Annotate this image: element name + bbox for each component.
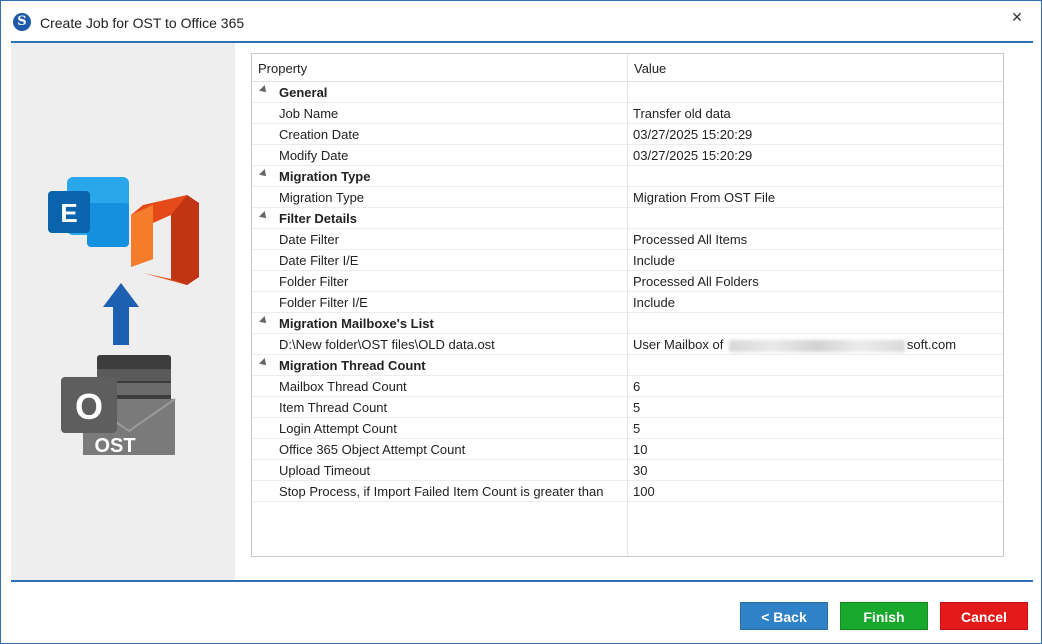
title-bar: S Create Job for OST to Office 365 ✕	[1, 1, 1041, 41]
group-label: General	[279, 85, 328, 100]
group-row[interactable]: Migration Type	[252, 166, 1003, 187]
property-name: Date Filter	[279, 232, 339, 247]
grid-rows: General Job Name Transfer old data Creation…	[252, 82, 1003, 502]
exchange-icon: E	[48, 177, 129, 247]
table-row[interactable]: Item Thread Count 5	[252, 397, 1003, 418]
property-value: Transfer old data	[633, 106, 731, 121]
property-value: 6	[633, 379, 641, 394]
property-name: Login Attempt Count	[279, 421, 397, 436]
table-row[interactable]: Folder Filter Processed All Folders	[252, 271, 1003, 292]
office-icon	[131, 195, 199, 285]
group-label: Migration Mailboxe's List	[279, 316, 434, 331]
mailbox-prefix: User Mailbox of	[633, 337, 727, 352]
property-grid[interactable]: Property Value General Job Name Transfer o…	[251, 53, 1004, 557]
table-row[interactable]: Folder Filter I/E Include	[252, 292, 1003, 313]
property-name: Creation Date	[279, 127, 360, 142]
header-value[interactable]: Value	[634, 61, 666, 76]
property-value: 100	[633, 484, 655, 499]
property-name: Stop Process, if Import Failed Item Coun…	[279, 484, 604, 499]
table-row[interactable]: Mailbox Thread Count 6	[252, 376, 1003, 397]
property-value: Include	[633, 295, 675, 310]
table-row[interactable]: Modify Date 03/27/2025 15:20:29	[252, 145, 1003, 166]
table-row[interactable]: Job Name Transfer old data	[252, 103, 1003, 124]
property-name: Migration Type	[279, 190, 365, 205]
migration-illustration: E O OST	[48, 177, 199, 457]
window-title: Create Job for OST to Office 365	[40, 15, 245, 31]
outlook-ost-icon: O OST	[61, 355, 176, 457]
group-row[interactable]: Migration Mailboxe's List	[252, 313, 1003, 334]
table-row[interactable]: Office 365 Object Attempt Count 10	[252, 439, 1003, 460]
app-logo-icon: S	[13, 13, 31, 31]
table-row[interactable]: Login Attempt Count 5	[252, 418, 1003, 439]
mailbox-suffix: soft.com	[906, 337, 957, 352]
property-name: D:\New folder\OST files\OLD data.ost	[279, 337, 495, 352]
cancel-button[interactable]: Cancel	[940, 602, 1028, 630]
collapse-triangle-icon[interactable]	[259, 169, 269, 179]
property-value: 10	[633, 442, 648, 457]
property-value: 03/27/2025 15:20:29	[633, 127, 753, 142]
collapse-triangle-icon[interactable]	[259, 211, 269, 221]
table-row[interactable]: Stop Process, if Import Failed Item Coun…	[252, 481, 1003, 502]
close-button[interactable]: ✕	[1005, 7, 1029, 27]
exchange-letter: E	[60, 198, 77, 228]
collapse-triangle-icon[interactable]	[259, 358, 269, 368]
group-label: Migration Thread Count	[279, 358, 426, 373]
property-name: Folder Filter	[279, 274, 349, 289]
group-row[interactable]: General	[252, 82, 1003, 103]
dialog-window: S Create Job for OST to Office 365 ✕ E O…	[0, 0, 1042, 644]
property-name: Folder Filter I/E	[279, 295, 368, 310]
property-name: Mailbox Thread Count	[279, 379, 407, 394]
property-name: Office 365 Object Attempt Count	[279, 442, 466, 457]
group-row[interactable]: Migration Thread Count	[252, 355, 1003, 376]
property-value: 30	[633, 463, 648, 478]
group-label: Filter Details	[279, 211, 358, 226]
table-row[interactable]: D:\New folder\OST files\OLD data.ost User…	[252, 334, 1003, 355]
property-value: 5	[633, 400, 641, 415]
property-value: Processed All Items	[633, 232, 748, 247]
outlook-letter: O	[75, 386, 103, 427]
table-row[interactable]: Creation Date 03/27/2025 15:20:29	[252, 124, 1003, 145]
property-name: Date Filter I/E	[279, 253, 359, 268]
property-name: Item Thread Count	[279, 400, 388, 415]
group-label: Migration Type	[279, 169, 371, 184]
arrow-up-icon	[103, 283, 139, 345]
property-value: 5	[633, 421, 641, 436]
back-button[interactable]: < Back	[740, 602, 828, 630]
property-name: Job Name	[279, 106, 339, 121]
table-row[interactable]: Date Filter I/E Include	[252, 250, 1003, 271]
property-value: User Mailbox of soft.com	[633, 337, 956, 352]
property-name: Upload Timeout	[279, 463, 371, 478]
property-value: 03/27/2025 15:20:29	[633, 148, 753, 163]
table-row[interactable]: Date Filter Processed All Items	[252, 229, 1003, 250]
collapse-triangle-icon[interactable]	[259, 316, 269, 326]
property-value: Processed All Folders	[633, 274, 759, 289]
table-row[interactable]: Upload Timeout 30	[252, 460, 1003, 481]
collapse-triangle-icon[interactable]	[259, 85, 269, 95]
ost-label: OST	[94, 435, 135, 457]
property-name: Modify Date	[279, 148, 349, 163]
property-value: Migration From OST File	[633, 190, 776, 205]
property-value: Include	[633, 253, 675, 268]
header-property[interactable]: Property	[258, 61, 307, 76]
table-row[interactable]: Migration Type Migration From OST File	[252, 187, 1003, 208]
finish-button[interactable]: Finish	[840, 602, 928, 630]
redacted-email	[728, 339, 905, 352]
group-row[interactable]: Filter Details	[252, 208, 1003, 229]
footer-divider	[11, 580, 1033, 582]
